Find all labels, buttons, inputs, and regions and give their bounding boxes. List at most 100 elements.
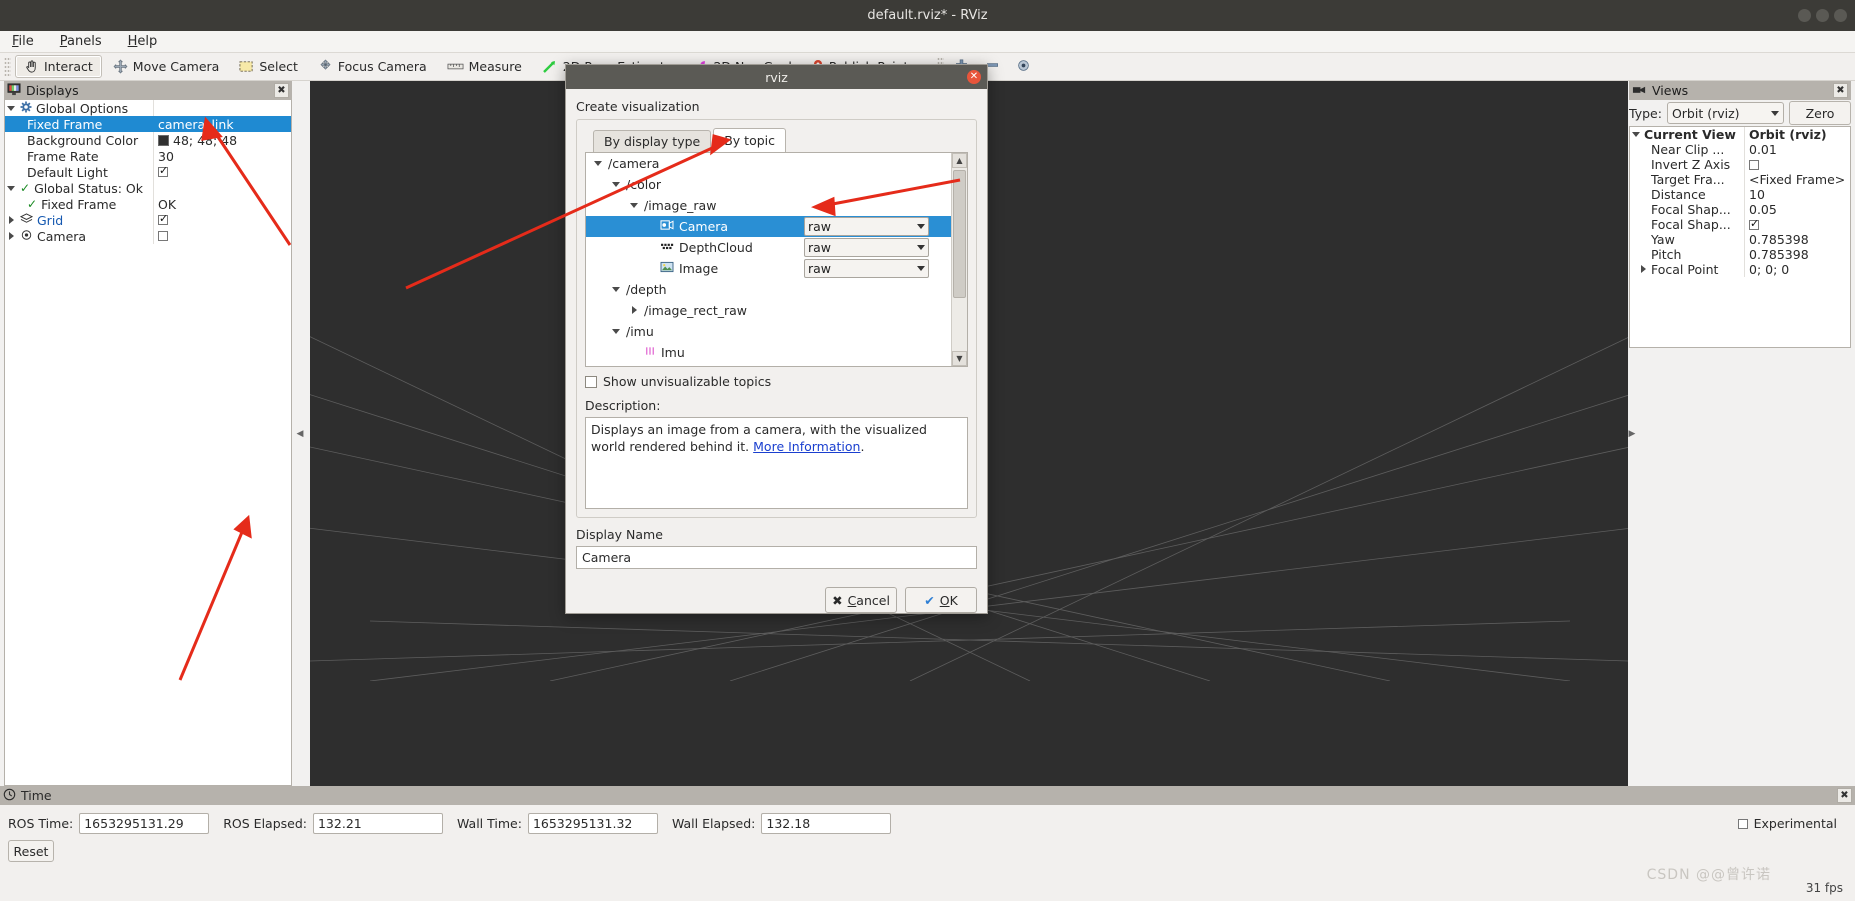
tool-measure[interactable]: Measure <box>438 55 531 78</box>
experimental-toggle[interactable]: Experimental <box>1737 816 1847 831</box>
tab-by-topic[interactable]: By topic <box>713 128 787 152</box>
display-name-input[interactable]: Camera <box>576 546 977 569</box>
tool-move-camera[interactable]: Move Camera <box>104 55 229 78</box>
topic-row-depthcloud[interactable]: DepthCloud raw <box>586 237 951 258</box>
tool-select[interactable]: Select <box>230 55 307 78</box>
view-row-focal-shape-fixed[interactable]: Focal Shap... <box>1630 217 1850 232</box>
chevron-down-icon[interactable] <box>612 180 621 189</box>
chevron-down-icon[interactable] <box>7 104 16 113</box>
views-tree[interactable]: Current View Orbit (rviz) Near Clip ... … <box>1629 126 1851 348</box>
view-row-pitch[interactable]: Pitch 0.785398 <box>1630 247 1850 262</box>
display-row-grid[interactable]: Grid <box>5 212 291 228</box>
chevron-right-icon[interactable] <box>1639 265 1648 274</box>
maximize-icon[interactable] <box>1816 9 1829 22</box>
cancel-button[interactable]: ✖ Cancel <box>825 587 897 613</box>
display-row-background-color[interactable]: Background Color 48; 48; 48 <box>5 132 291 148</box>
display-row-value[interactable]: camera_link <box>153 116 291 132</box>
topic-row-image-rect-raw-ns[interactable]: /image_rect_raw <box>586 300 951 321</box>
display-row-value[interactable]: 48; 48; 48 <box>153 132 291 148</box>
display-row-default-light[interactable]: Default Light <box>5 164 291 180</box>
topic-row-image-raw-ns[interactable]: /image_raw <box>586 195 951 216</box>
display-row-value[interactable] <box>153 180 291 196</box>
show-unvisualizable-row[interactable]: Show unvisualizable topics <box>585 374 968 389</box>
reset-button[interactable]: Reset <box>8 840 54 862</box>
show-unvisualizable-checkbox[interactable] <box>585 375 597 388</box>
display-row-value[interactable] <box>153 164 291 180</box>
view-row-target-frame[interactable]: Target Fra... <Fixed Frame> <box>1630 172 1850 187</box>
wall-elapsed-input[interactable]: 132.18 <box>761 813 892 834</box>
view-row-focal-shape-size[interactable]: Focal Shap... 0.05 <box>1630 202 1850 217</box>
display-row-status-fixed-frame[interactable]: ✓ Fixed Frame OK <box>5 196 291 212</box>
tool-focus-camera[interactable]: Focus Camera <box>309 55 436 78</box>
topic-tree-scrollbar[interactable]: ▲ ▼ <box>951 153 967 366</box>
display-row-global-options[interactable]: Global Options <box>5 100 291 116</box>
dialog-close-icon[interactable]: ✕ <box>967 70 981 84</box>
chevron-down-icon[interactable] <box>612 327 621 336</box>
topic-row-imu[interactable]: Imu <box>586 342 951 363</box>
topic-tree[interactable]: /camera /color /image_raw Camera raw Dep… <box>585 152 968 367</box>
ros-time-input[interactable]: 1653295131.29 <box>79 813 210 834</box>
chevron-right-icon[interactable] <box>7 215 16 225</box>
display-row-value[interactable]: OK <box>153 196 291 212</box>
display-row-camera[interactable]: Camera <box>5 228 291 244</box>
color-swatch-icon[interactable] <box>158 134 169 146</box>
topic-row-depth-ns[interactable]: /depth <box>586 279 951 300</box>
display-row-value[interactable] <box>153 228 291 244</box>
tab-by-display-type[interactable]: By display type <box>593 130 712 152</box>
chevron-down-icon[interactable] <box>612 285 621 294</box>
camera-enabled-checkbox[interactable] <box>158 231 168 241</box>
menu-help[interactable]: Help <box>124 33 162 50</box>
view-row-yaw[interactable]: Yaw 0.785398 <box>1630 232 1850 247</box>
display-row-value[interactable] <box>153 100 291 116</box>
chevron-down-icon[interactable] <box>630 201 639 210</box>
scrollbar-thumb[interactable] <box>953 170 966 298</box>
topic-row-camera[interactable]: Camera raw <box>586 216 951 237</box>
invert-z-axis-checkbox[interactable] <box>1749 159 1759 170</box>
display-row-frame-rate[interactable]: Frame Rate 30 <box>5 148 291 164</box>
camera-transport-combo[interactable]: raw <box>804 217 929 236</box>
close-icon[interactable] <box>1834 9 1847 22</box>
ok-button[interactable]: ✔ OK <box>905 587 977 613</box>
ros-elapsed-input[interactable]: 132.21 <box>312 813 443 834</box>
view-row-value[interactable] <box>1744 217 1850 232</box>
display-row-value[interactable] <box>153 212 291 228</box>
zero-button[interactable]: Zero <box>1789 101 1851 125</box>
chevron-down-icon[interactable] <box>594 159 603 168</box>
view-row-distance[interactable]: Distance 10 <box>1630 187 1850 202</box>
displays-panel-close-icon[interactable]: ✖ <box>274 83 289 98</box>
display-row-value[interactable]: 30 <box>153 148 291 164</box>
image-transport-combo[interactable]: raw <box>804 259 929 278</box>
view-row-value[interactable] <box>1744 157 1850 172</box>
default-light-checkbox[interactable] <box>158 164 168 177</box>
time-panel-close-icon[interactable]: ✖ <box>1837 788 1852 803</box>
tool-interact[interactable]: Interact <box>15 55 102 78</box>
wall-time-input[interactable]: 1653295131.32 <box>527 813 658 834</box>
focal-shape-fixed-checkbox[interactable] <box>1749 217 1759 230</box>
view-tool-icon[interactable] <box>1016 58 1031 76</box>
display-row-global-status[interactable]: ✓ Global Status: Ok <box>5 180 291 196</box>
topic-row-imu-ns[interactable]: /imu <box>586 321 951 342</box>
views-panel-close-icon[interactable]: ✖ <box>1833 83 1848 98</box>
chevron-right-icon[interactable] <box>630 306 639 315</box>
minimize-icon[interactable] <box>1798 9 1811 22</box>
menu-panels[interactable]: Panels <box>56 33 106 50</box>
topic-row-camera-ns[interactable]: /camera <box>586 153 951 174</box>
topic-row-image[interactable]: Image raw <box>586 258 951 279</box>
view-type-combo[interactable]: Orbit (rviz) <box>1666 102 1784 124</box>
scroll-up-icon[interactable]: ▲ <box>952 153 967 168</box>
depthcloud-transport-combo[interactable]: raw <box>804 238 929 257</box>
topic-row-clicked-point-ns[interactable]: /clicked_point <box>586 363 951 366</box>
scroll-down-icon[interactable]: ▼ <box>952 351 967 366</box>
chevron-down-icon[interactable] <box>7 184 16 193</box>
display-row-fixed-frame[interactable]: Fixed Frame camera_link <box>5 116 291 132</box>
displays-tree[interactable]: Global Options Fixed Frame camera_link B… <box>4 100 292 786</box>
topic-row-color-ns[interactable]: /color <box>586 174 951 195</box>
left-splitter-handle[interactable]: ◀ <box>296 81 304 786</box>
chevron-down-icon[interactable] <box>1632 130 1641 139</box>
view-row-current-view[interactable]: Current View Orbit (rviz) <box>1630 127 1850 142</box>
view-row-invert-z-axis[interactable]: Invert Z Axis <box>1630 157 1850 172</box>
more-information-link[interactable]: More Information <box>753 439 860 454</box>
view-row-near-clip[interactable]: Near Clip ... 0.01 <box>1630 142 1850 157</box>
toolbar-grip[interactable] <box>4 56 11 77</box>
experimental-checkbox[interactable] <box>1737 818 1748 829</box>
